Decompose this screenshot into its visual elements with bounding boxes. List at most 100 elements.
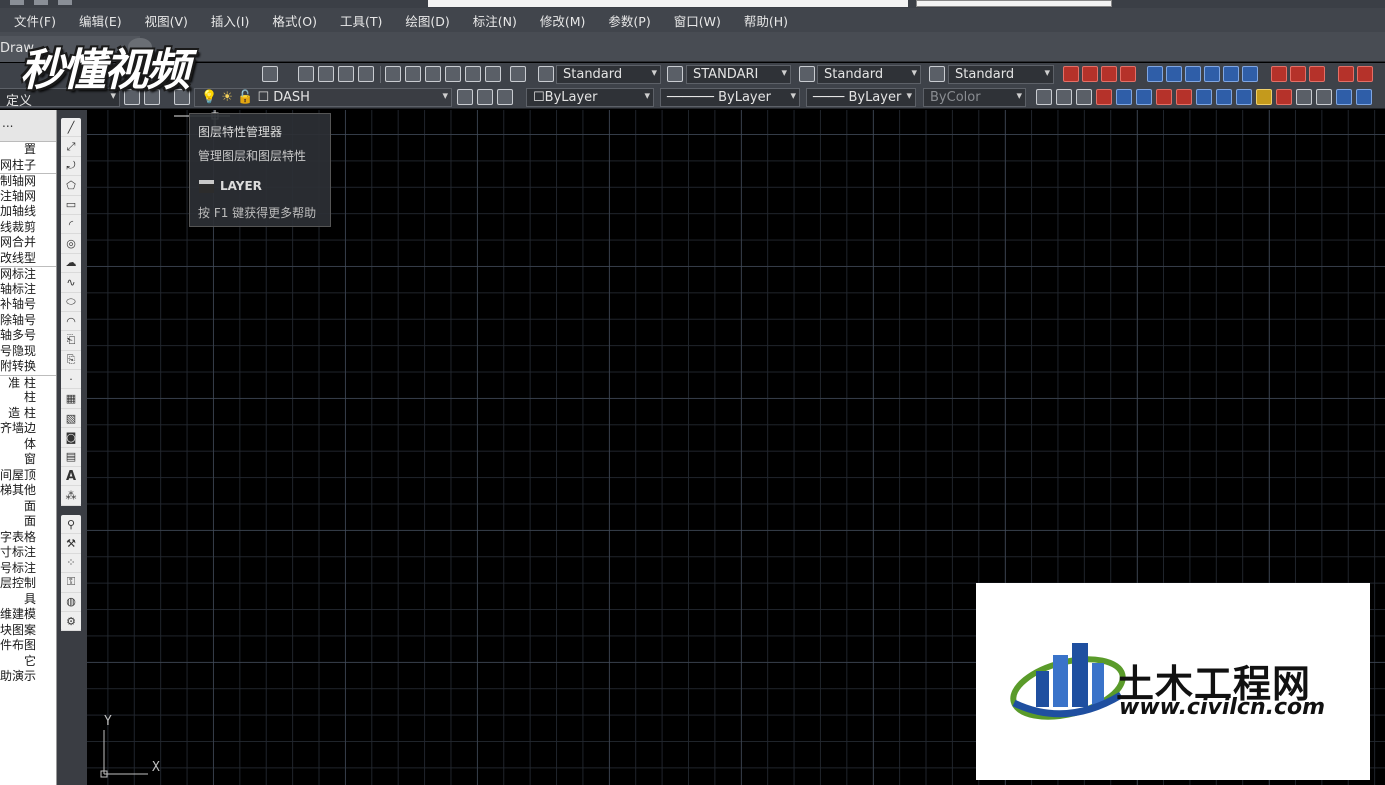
railing-icon[interactable] (1309, 66, 1325, 82)
region-icon[interactable]: ◙ (61, 428, 81, 448)
side-menu-item[interactable]: 网柱子 (0, 158, 56, 174)
side-menu-item[interactable]: 它 (0, 654, 56, 670)
tool-12-icon[interactable] (1256, 89, 1272, 105)
side-menu-item[interactable]: 补轴号 (0, 297, 56, 313)
hatch-icon[interactable]: ▦ (61, 389, 81, 409)
side-menu-item[interactable]: 造 柱 (0, 406, 56, 422)
side-menu-item[interactable]: 线裁剪 (0, 220, 56, 236)
point-icon[interactable]: · (61, 370, 81, 390)
tool-2-icon[interactable] (1056, 89, 1072, 105)
side-menu-item[interactable]: 字表格 (0, 530, 56, 546)
opening-icon[interactable] (1204, 66, 1220, 82)
side-menu-item[interactable]: 号隐现 (0, 344, 56, 360)
side-menu-item[interactable]: 网合并 (0, 235, 56, 251)
tool-17-icon[interactable] (1356, 89, 1372, 105)
insert-block-icon[interactable]: ⎗ (61, 331, 81, 351)
make-current-layer-icon[interactable] (457, 89, 473, 105)
multiline-text-icon[interactable]: A (61, 467, 81, 487)
tool-palettes-icon[interactable] (425, 66, 441, 82)
column-icon[interactable] (1147, 66, 1163, 82)
stair-icon[interactable] (1271, 66, 1287, 82)
tool-4-icon[interactable] (1096, 89, 1112, 105)
zoom-window-icon[interactable] (338, 66, 354, 82)
side-menu-item[interactable]: 维建模 (0, 607, 56, 623)
tool-6-icon[interactable] (1136, 89, 1152, 105)
menu-dimension[interactable]: 标注(N) (459, 11, 526, 30)
dim-style-select[interactable]: STANDARI ▾ (686, 65, 791, 84)
ramp-icon[interactable] (1290, 66, 1306, 82)
side-menu-item[interactable]: 齐墙边 (0, 421, 56, 437)
tool-11-icon[interactable] (1236, 89, 1252, 105)
menu-edit[interactable]: 编辑(E) (65, 11, 131, 30)
side-menu-item[interactable]: 置 (0, 142, 56, 158)
side-menu-item[interactable]: 层控制 (0, 576, 56, 592)
quick-access-open-icon[interactable] (34, 0, 48, 5)
quick-access-save-icon[interactable] (58, 0, 72, 5)
side-menu-item[interactable]: 改线型 (0, 251, 56, 267)
tool-16-icon[interactable] (1336, 89, 1352, 105)
axis-label-icon[interactable] (1357, 66, 1373, 82)
lineweight-select[interactable]: ──── ByLayer ▾ (806, 88, 916, 107)
tool-15-icon[interactable] (1316, 89, 1332, 105)
side-menu-item[interactable]: 体 (0, 437, 56, 453)
search-input[interactable] (916, 0, 1112, 7)
tool-10-icon[interactable] (1216, 89, 1232, 105)
text-style-icon[interactable] (538, 66, 554, 82)
tool-7-icon[interactable] (1156, 89, 1172, 105)
polygon-icon[interactable]: ⬠ (61, 176, 81, 196)
menu-modify[interactable]: 修改(M) (526, 11, 595, 30)
side-menu-item[interactable]: 寸标注 (0, 545, 56, 561)
side-menu-item[interactable]: 面 (0, 499, 56, 515)
menu-draw[interactable]: 绘图(D) (391, 11, 458, 30)
side-menu-item[interactable]: 除轴号 (0, 313, 56, 329)
tool-lock-icon[interactable]: ⚿ (61, 573, 81, 593)
add-selected-icon[interactable]: ⁂ (61, 486, 81, 506)
table-style-icon[interactable] (799, 66, 815, 82)
dim-style-icon[interactable] (667, 66, 683, 82)
menu-parameters[interactable]: 参数(P) (594, 11, 659, 30)
polyline-icon[interactable]: ⤾ (61, 157, 81, 177)
layer-previous-icon[interactable] (477, 89, 493, 105)
layer-state-icon[interactable] (497, 89, 513, 105)
side-menu-item[interactable]: 件布图 (0, 638, 56, 654)
tool-5-icon[interactable] (1116, 89, 1132, 105)
revision-cloud-icon[interactable]: ☁ (61, 254, 81, 274)
plot-style-select[interactable]: ByColor ▾ (923, 88, 1026, 107)
side-menu-item[interactable]: 助演示 (0, 669, 56, 685)
circle-icon[interactable]: ◎ (61, 234, 81, 254)
side-menu-item[interactable]: 注轴网 (0, 189, 56, 205)
side-menu-item[interactable]: 加轴线 (0, 204, 56, 220)
zoom-realtime-icon[interactable] (318, 66, 334, 82)
zoom-previous-icon[interactable] (358, 66, 374, 82)
tool-brush-icon[interactable]: ⚒ (61, 534, 81, 554)
rectangle-icon[interactable]: ▭ (61, 196, 81, 215)
side-menu-item[interactable]: 柱 (0, 390, 56, 406)
dimension-angular-icon[interactable] (1120, 66, 1136, 82)
menu-insert[interactable]: 插入(I) (197, 11, 258, 30)
grid-icon[interactable] (1063, 66, 1079, 82)
tool-settings-icon[interactable]: ⚙ (61, 612, 81, 632)
side-menu-item[interactable]: 轴多号 (0, 328, 56, 344)
tool-8-icon[interactable] (1176, 89, 1192, 105)
axis-icon[interactable] (1338, 66, 1354, 82)
dimension-linear-icon[interactable] (1082, 66, 1098, 82)
tool-globe-icon[interactable]: ◍ (61, 593, 81, 612)
tool-13-icon[interactable] (1276, 89, 1292, 105)
markup-icon[interactable] (465, 66, 481, 82)
arc-icon[interactable]: ◜ (61, 215, 81, 235)
tool-1-icon[interactable] (1036, 89, 1052, 105)
side-menu-item[interactable]: 轴标注 (0, 282, 56, 298)
menu-format[interactable]: 格式(O) (258, 11, 326, 30)
tool-9-icon[interactable] (1196, 89, 1212, 105)
make-block-icon[interactable]: ⎘ (61, 351, 81, 371)
table-icon[interactable]: ▤ (61, 448, 81, 468)
construction-line-icon[interactable]: ⤢ (61, 137, 81, 157)
table-style-select[interactable]: Standard ▾ (817, 65, 921, 84)
text-style-select[interactable]: Standard ▾ (556, 65, 661, 84)
help-icon[interactable] (510, 66, 526, 82)
menu-window[interactable]: 窗口(W) (660, 11, 730, 30)
multileader-style-icon[interactable] (929, 66, 945, 82)
tool-14-icon[interactable] (1296, 89, 1312, 105)
properties-icon[interactable] (385, 66, 401, 82)
side-menu-item[interactable]: 间屋顶 (0, 468, 56, 484)
